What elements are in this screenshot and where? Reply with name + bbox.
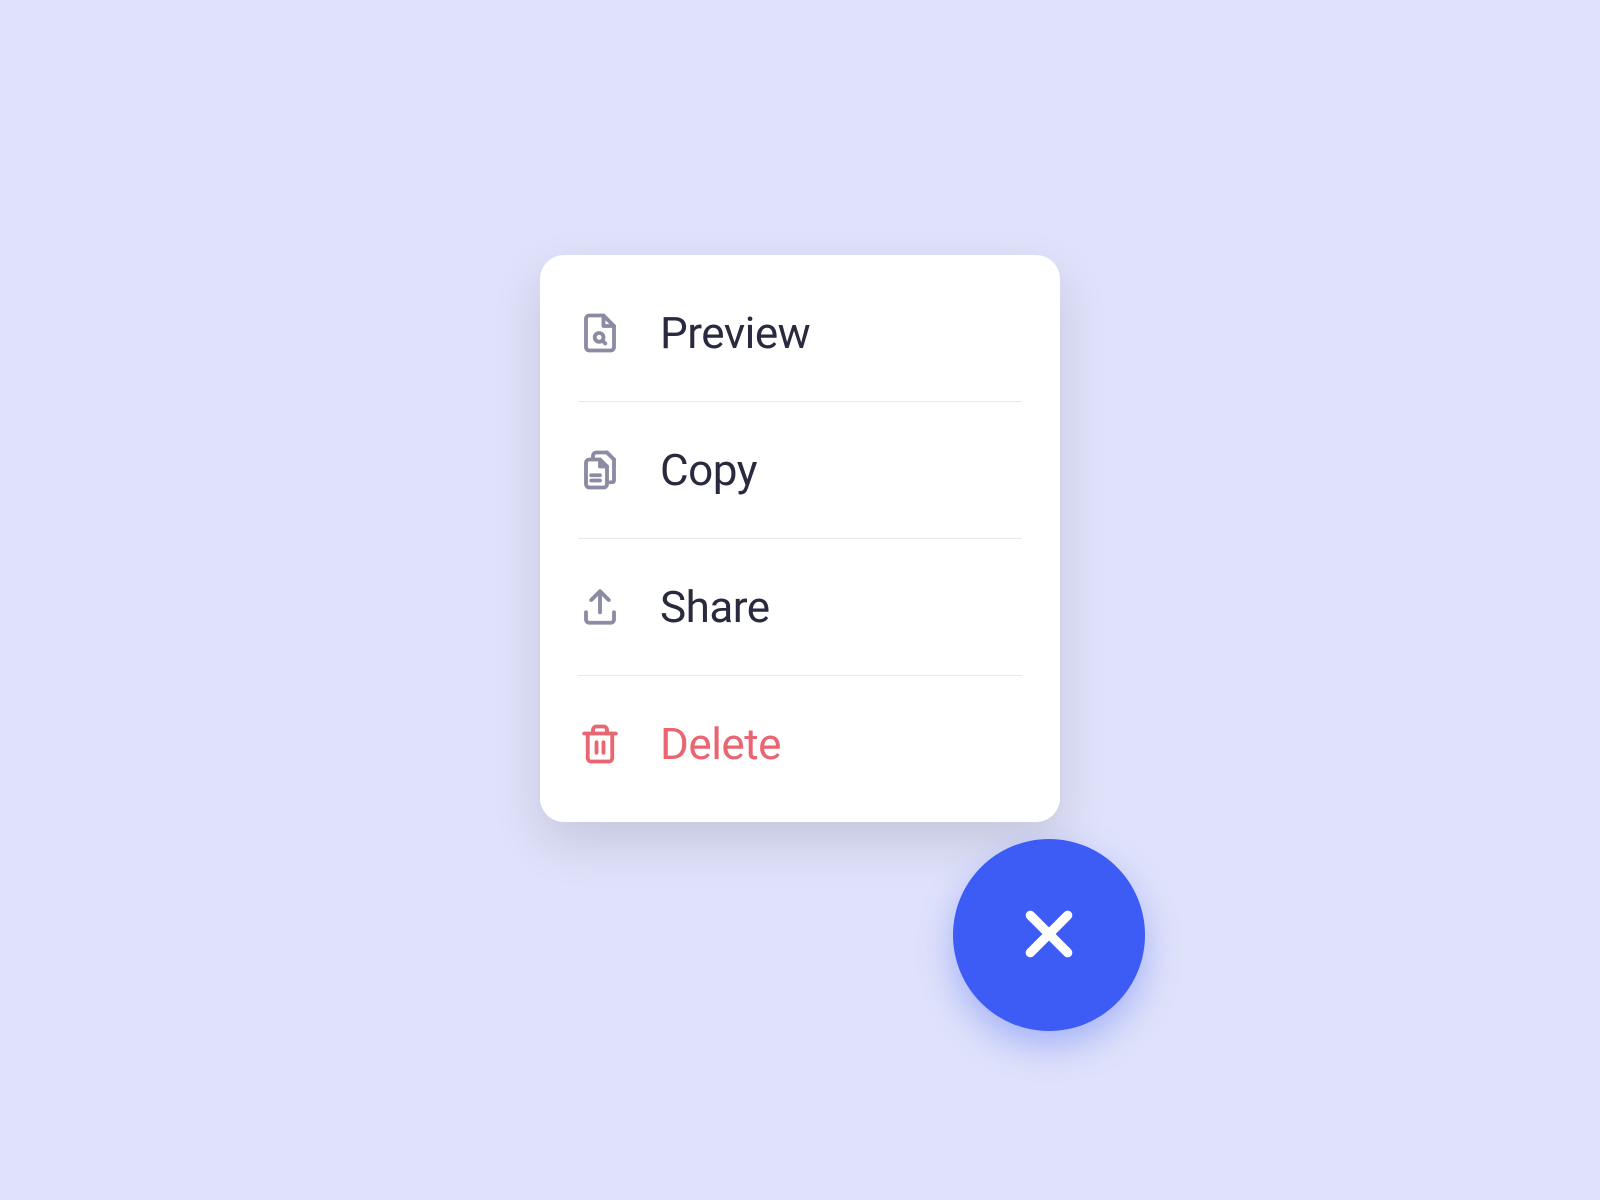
file-copy-icon (578, 448, 622, 492)
upload-icon (578, 585, 622, 629)
file-search-icon (578, 311, 622, 355)
menu-label: Share (660, 581, 770, 633)
menu-label: Delete (660, 718, 781, 770)
menu-label: Preview (660, 307, 810, 359)
menu-item-share[interactable]: Share (578, 539, 1022, 676)
menu-item-copy[interactable]: Copy (578, 402, 1022, 539)
close-button[interactable] (953, 839, 1145, 1031)
context-menu: Preview Copy Share (540, 255, 1060, 822)
menu-item-delete[interactable]: Delete (578, 676, 1022, 782)
menu-item-preview[interactable]: Preview (578, 295, 1022, 402)
trash-icon (578, 722, 622, 766)
close-icon (1017, 902, 1081, 969)
menu-label: Copy (660, 444, 757, 496)
